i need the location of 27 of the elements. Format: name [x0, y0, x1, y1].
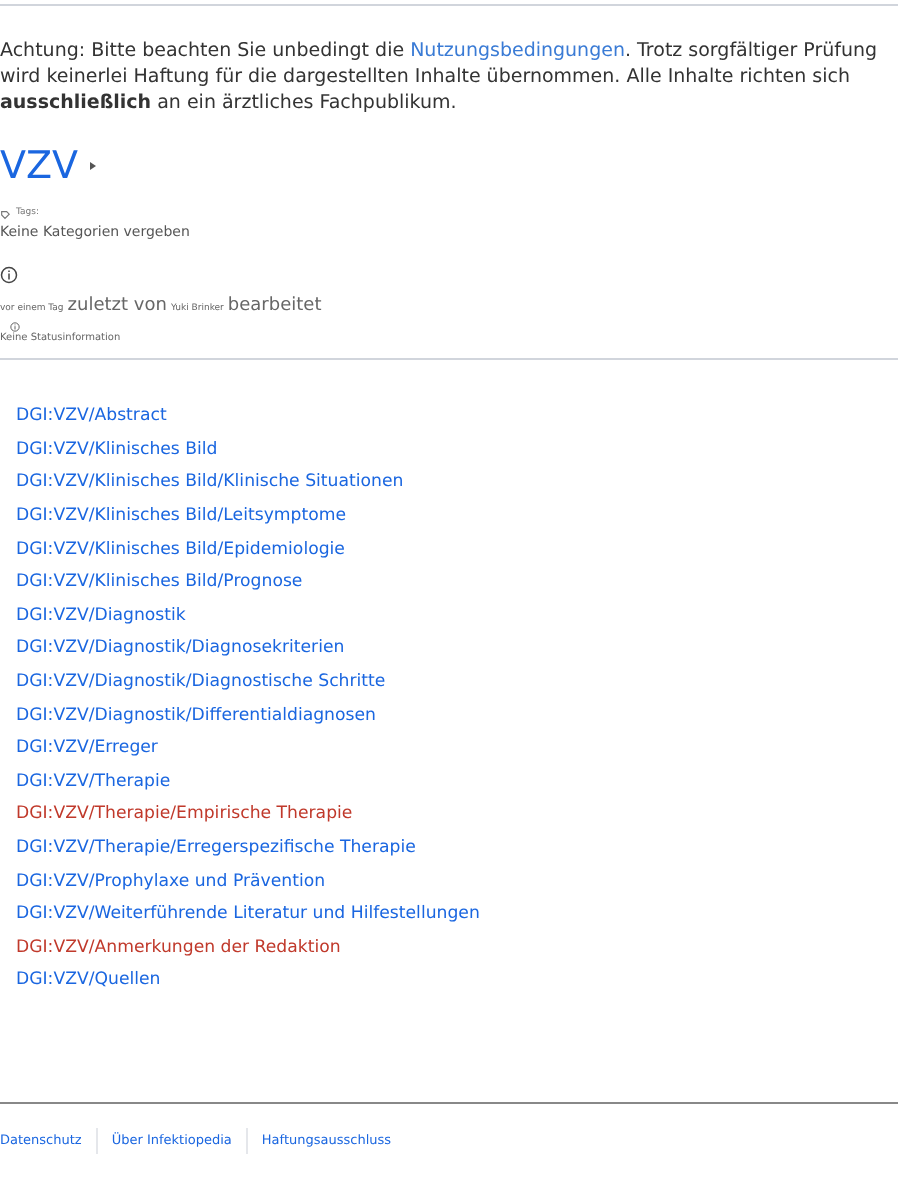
page-link[interactable]: DGI:VZV/Klinisches Bild/Prognose — [16, 570, 303, 597]
page-link[interactable]: DGI:VZV/Weiterführende Literatur und Hilfestellungen — [16, 902, 480, 929]
page-link[interactable]: DGI:VZV/Anmerkungen der Redaktion — [16, 935, 341, 962]
caret-icon[interactable] — [90, 162, 97, 170]
page-link[interactable]: DGI:VZV/Diagnostik/Diagnosekriterien — [16, 636, 345, 663]
page-link[interactable]: DGI:VZV/Diagnostik/Differentialdiagnosen — [16, 703, 376, 730]
page-title: VZV — [0, 144, 79, 188]
page-link[interactable]: DGI:VZV/Abstract — [16, 404, 167, 431]
page-link[interactable]: DGI:VZV/Klinisches Bild/Leitsymptome — [16, 504, 347, 531]
status-icon — [10, 322, 20, 333]
page-link[interactable]: DGI:VZV/Therapie — [16, 769, 171, 796]
info-icon — [0, 265, 18, 284]
page-link[interactable]: DGI:VZV/Diagnostik — [16, 603, 186, 630]
notice-text: Achtung: Bitte beachten Sie unbedingt die Nutzungsbedingungen. Trotz sorgfältiger Prüfung wird keinerlei Haftung für die dargestellten Inhalte übernommen. Alle Inhalte richten sich ausschließlich an ein ärztliches Fachpublikum. — [0, 38, 880, 116]
page-link[interactable]: DGI:VZV/Klinisches Bild/Klinische Situationen — [16, 470, 404, 497]
page-link[interactable]: DGI:VZV/Therapie/Empirische Therapie — [16, 802, 353, 829]
page-link[interactable]: DGI:VZV/Diagnostik/Diagnostische Schritte — [16, 670, 386, 696]
page-link[interactable]: DGI:VZV/Klinisches Bild/Epidemiologie — [16, 537, 345, 564]
edited-by-text: zuletzt von — [67, 293, 167, 320]
page-link[interactable]: DGI:VZV/Therapie/Erregerspezifische Therapie — [16, 835, 416, 862]
page-link[interactable]: DGI:VZV/Erreger — [16, 736, 158, 763]
page-link[interactable]: DGI:VZV/Prophylaxe und Prävention — [16, 869, 326, 896]
edited-text: bearbeitet — [227, 293, 322, 320]
page-link[interactable]: DGI:VZV/Quellen — [16, 968, 161, 995]
terms-link[interactable]: Nutzungsbedingungen — [410, 40, 625, 62]
tag-icon — [0, 209, 10, 220]
page-link[interactable]: DGI:VZV/Klinisches Bild — [16, 437, 218, 464]
